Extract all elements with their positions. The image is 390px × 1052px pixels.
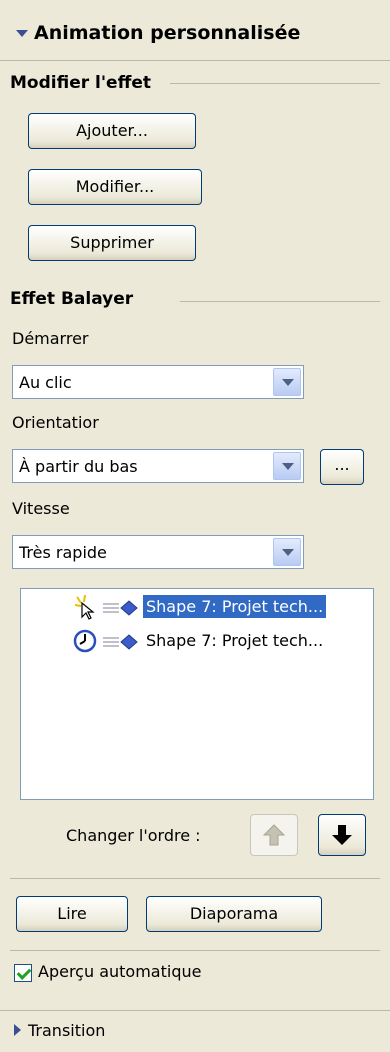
auto-preview-label: Aperçu automatique [38,962,202,981]
orientation-options-button[interactable]: ... [320,449,364,485]
chevron-down-icon[interactable] [273,368,301,396]
transition-label: Transition [28,1021,106,1040]
list-item-label: Shape 7: Projet tech... [146,631,324,650]
start-label: Démarrer [12,329,89,348]
expand-triangle-icon [14,1024,21,1036]
section-divider [180,301,380,302]
divider [10,950,380,951]
move-down-button[interactable] [318,814,366,856]
arrow-up-icon [262,824,286,846]
chevron-down-icon[interactable] [273,452,301,480]
list-item-label: Shape 7: Projet tech... [143,595,327,618]
motion-diamond-icon [103,600,138,616]
change-order-label: Changer l'ordre : [66,826,201,845]
section-divider [170,83,380,84]
chevron-down-icon[interactable] [273,538,301,566]
orientation-label: Orientatior [12,413,99,432]
click-cursor-icon [74,595,95,620]
auto-preview-checkbox[interactable] [14,964,32,982]
panel-title[interactable]: Animation personnalisée [16,22,300,44]
speed-label: Vitesse [12,499,70,518]
effects-list[interactable]: Shape 7: Projet tech... Shape 7: Projet … [20,588,374,800]
slideshow-button[interactable]: Diaporama [146,896,322,932]
speed-value: Très rapide [19,543,107,562]
modify-button[interactable]: Modifier... [28,169,202,205]
speed-dropdown[interactable]: Très rapide [12,535,304,569]
start-value: Au clic [19,373,72,392]
motion-diamond-icon [103,634,138,650]
list-item[interactable]: Shape 7: Projet tech... [71,593,371,623]
delete-button[interactable]: Supprimer [28,225,196,261]
modify-effect-title: Modifier l'effet [10,73,162,93]
orientation-dropdown[interactable]: À partir du bas [12,449,304,483]
play-button[interactable]: Lire [16,896,128,932]
divider [10,878,380,879]
start-dropdown[interactable]: Au clic [12,365,304,399]
transition-section-header[interactable]: Transition [0,1010,390,1052]
panel-content: Modifier l'effet Ajouter... Modifier... … [0,60,390,1011]
add-button[interactable]: Ajouter... [28,113,196,149]
move-up-button[interactable] [250,814,298,856]
arrow-down-icon [332,825,352,845]
clock-icon [73,629,97,653]
list-item[interactable]: Shape 7: Projet tech... [71,627,371,657]
effect-title: Effet Balayer [10,289,144,309]
orientation-value: À partir du bas [19,457,138,476]
collapse-triangle-icon [16,30,28,37]
